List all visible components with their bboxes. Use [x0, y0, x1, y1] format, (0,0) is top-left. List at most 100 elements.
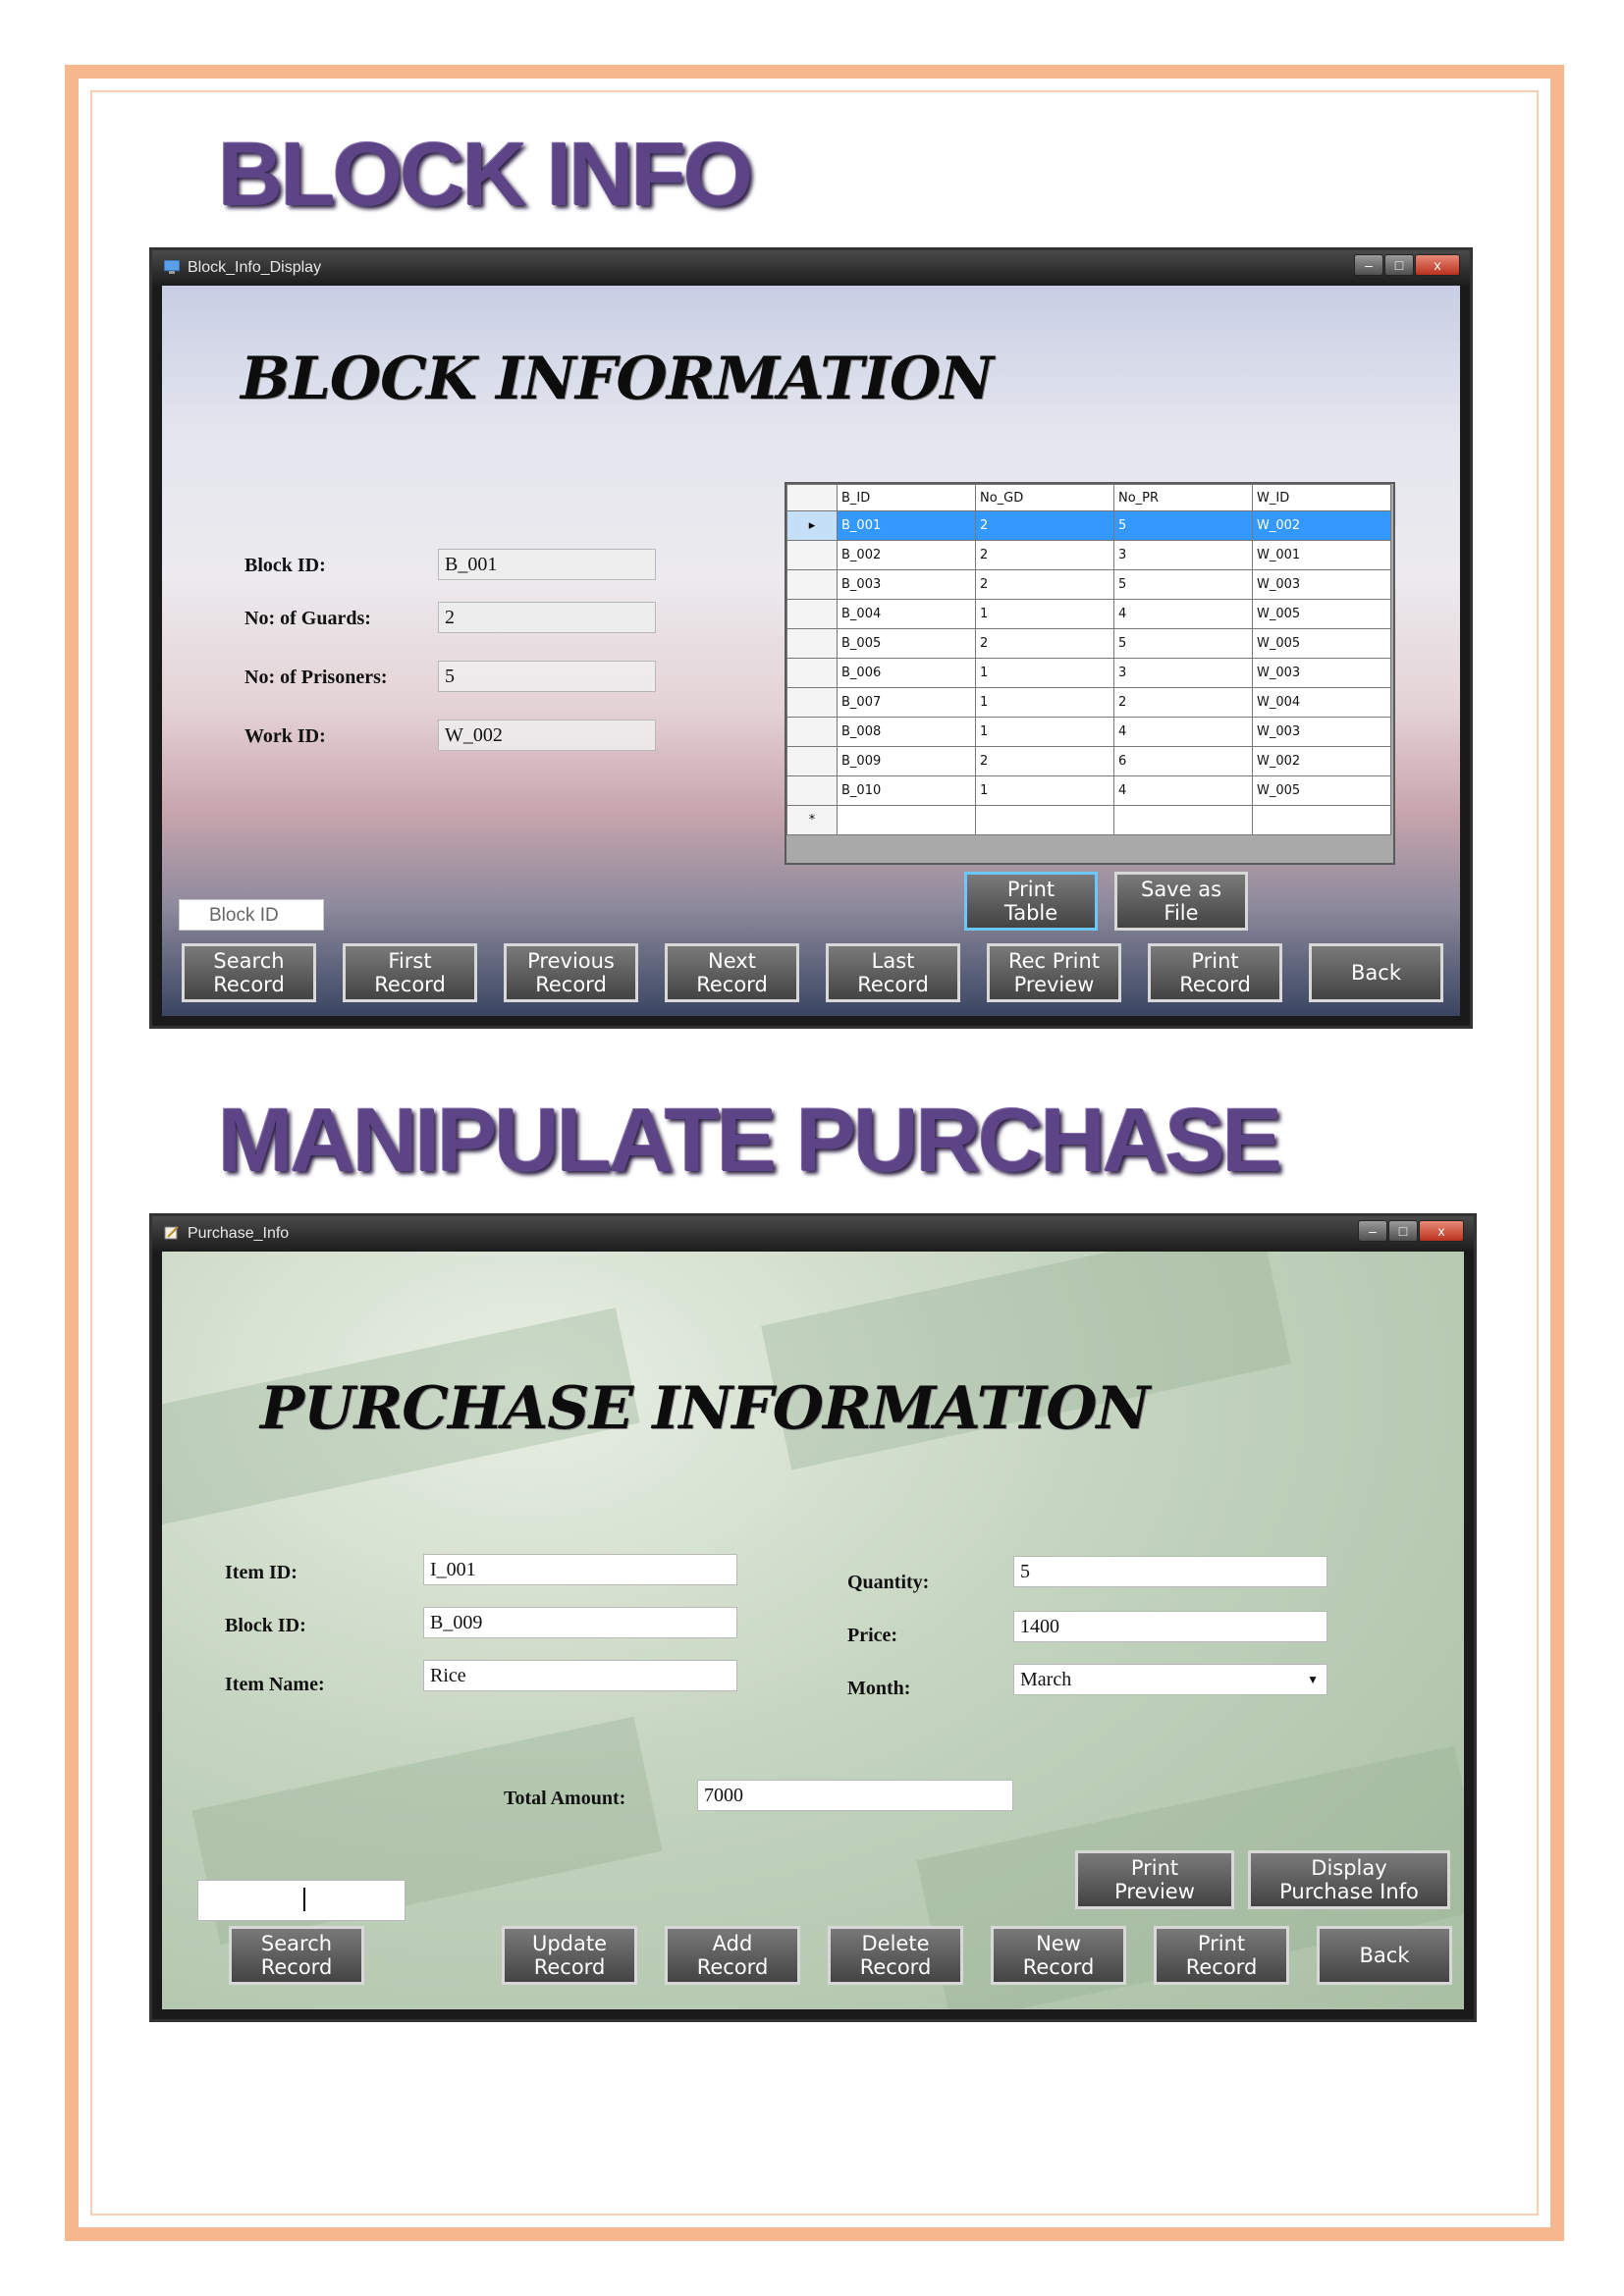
- grid-cell[interactable]: W_002: [1252, 510, 1391, 541]
- table-row[interactable]: B_007 1 2 W_004: [786, 687, 1391, 718]
- row-header[interactable]: [786, 717, 838, 747]
- print-preview-button[interactable]: Print Preview: [1075, 1850, 1234, 1909]
- grid-cell[interactable]: 5: [1113, 628, 1253, 659]
- grid-cell[interactable]: W_003: [1252, 569, 1391, 600]
- grid-column-header[interactable]: W_ID: [1252, 484, 1391, 511]
- grid-cell[interactable]: W_004: [1252, 687, 1391, 718]
- work-id-field[interactable]: W_002: [438, 720, 656, 751]
- grid-cell[interactable]: 3: [1113, 540, 1253, 570]
- grid-cell[interactable]: 3: [1113, 658, 1253, 688]
- table-row[interactable]: B_008 1 4 W_003: [786, 717, 1391, 747]
- grid-cell[interactable]: 5: [1113, 569, 1253, 600]
- block-data-grid[interactable]: B_ID No_GD No_PR W_ID ▸ B_001 2 5 W_002: [785, 482, 1395, 865]
- grid-cell[interactable]: 4: [1113, 717, 1253, 747]
- display-purchase-info-button[interactable]: Display Purchase Info: [1248, 1850, 1450, 1909]
- close-button[interactable]: x: [1419, 1220, 1464, 1242]
- print-table-button[interactable]: Print Table: [964, 872, 1098, 931]
- table-row[interactable]: B_003 2 5 W_003: [786, 569, 1391, 600]
- grid-column-header[interactable]: No_GD: [975, 484, 1114, 511]
- grid-cell[interactable]: W_005: [1252, 628, 1391, 659]
- save-as-file-button[interactable]: Save as File: [1114, 872, 1248, 931]
- maximize-button[interactable]: □: [1388, 1220, 1418, 1242]
- grid-cell[interactable]: [1113, 805, 1253, 835]
- update-record-button[interactable]: Update Record: [502, 1926, 637, 1985]
- block-id-field[interactable]: B_009: [423, 1607, 737, 1638]
- grid-cell[interactable]: B_006: [837, 658, 976, 688]
- row-header[interactable]: [786, 599, 838, 629]
- grid-cell[interactable]: 2: [975, 540, 1114, 570]
- row-header[interactable]: [786, 628, 838, 659]
- row-header[interactable]: [786, 775, 838, 806]
- block-id-field[interactable]: B_001: [438, 549, 656, 580]
- next-record-button[interactable]: Next Record: [665, 943, 799, 1002]
- row-header[interactable]: [786, 658, 838, 688]
- grid-cell[interactable]: W_003: [1252, 658, 1391, 688]
- prisoners-field[interactable]: 5: [438, 661, 656, 692]
- grid-cell[interactable]: 5: [1113, 510, 1253, 541]
- grid-cell[interactable]: B_002: [837, 540, 976, 570]
- close-button[interactable]: x: [1415, 254, 1460, 276]
- back-button[interactable]: Back: [1309, 943, 1443, 1002]
- table-row[interactable]: B_005 2 5 W_005: [786, 628, 1391, 659]
- grid-cell[interactable]: [975, 805, 1114, 835]
- grid-cell[interactable]: 1: [975, 599, 1114, 629]
- grid-cell[interactable]: 1: [975, 717, 1114, 747]
- grid-cell[interactable]: B_008: [837, 717, 976, 747]
- grid-column-header[interactable]: No_PR: [1113, 484, 1253, 511]
- table-row[interactable]: B_010 1 4 W_005: [786, 775, 1391, 806]
- table-row[interactable]: B_006 1 3 W_003: [786, 658, 1391, 688]
- rec-print-preview-button[interactable]: Rec Print Preview: [987, 943, 1121, 1002]
- grid-cell[interactable]: 2: [1113, 687, 1253, 718]
- row-header[interactable]: [786, 687, 838, 718]
- grid-cell[interactable]: 2: [975, 510, 1114, 541]
- window-titlebar[interactable]: Block_Info_Display – □ x: [152, 250, 1470, 286]
- table-row[interactable]: B_002 2 3 W_001: [786, 540, 1391, 570]
- row-header[interactable]: [786, 540, 838, 570]
- grid-cell[interactable]: [1252, 805, 1391, 835]
- grid-cell[interactable]: [837, 805, 976, 835]
- maximize-button[interactable]: □: [1384, 254, 1414, 276]
- month-dropdown[interactable]: March ▼: [1013, 1664, 1327, 1695]
- grid-cell[interactable]: W_001: [1252, 540, 1391, 570]
- table-row[interactable]: ▸ B_001 2 5 W_002: [786, 510, 1391, 541]
- grid-cell[interactable]: 2: [975, 628, 1114, 659]
- minimize-button[interactable]: –: [1354, 254, 1383, 276]
- grid-column-header[interactable]: B_ID: [837, 484, 976, 511]
- window-titlebar[interactable]: Purchase_Info – □ x: [152, 1216, 1474, 1252]
- row-header[interactable]: [786, 569, 838, 600]
- grid-cell[interactable]: 1: [975, 658, 1114, 688]
- grid-cell[interactable]: B_001: [837, 510, 976, 541]
- print-record-button[interactable]: Print Record: [1148, 943, 1282, 1002]
- grid-cell[interactable]: 2: [975, 746, 1114, 776]
- last-record-button[interactable]: Last Record: [826, 943, 960, 1002]
- search-block-id-input[interactable]: Block ID: [179, 899, 324, 931]
- search-record-button[interactable]: Search Record: [182, 943, 316, 1002]
- minimize-button[interactable]: –: [1358, 1220, 1387, 1242]
- grid-cell[interactable]: B_009: [837, 746, 976, 776]
- new-row[interactable]: *: [786, 805, 1391, 835]
- grid-cell[interactable]: W_002: [1252, 746, 1391, 776]
- grid-cell[interactable]: 1: [975, 687, 1114, 718]
- add-record-button[interactable]: Add Record: [665, 1926, 800, 1985]
- table-row[interactable]: B_004 1 4 W_005: [786, 599, 1391, 629]
- row-header[interactable]: [786, 746, 838, 776]
- grid-cell[interactable]: W_005: [1252, 599, 1391, 629]
- grid-cell[interactable]: B_003: [837, 569, 976, 600]
- first-record-button[interactable]: First Record: [343, 943, 477, 1002]
- grid-cell[interactable]: 4: [1113, 775, 1253, 806]
- grid-cell[interactable]: B_005: [837, 628, 976, 659]
- grid-cell[interactable]: 6: [1113, 746, 1253, 776]
- guards-field[interactable]: 2: [438, 602, 656, 633]
- grid-cell[interactable]: W_005: [1252, 775, 1391, 806]
- quantity-field[interactable]: 5: [1013, 1556, 1327, 1587]
- grid-cell[interactable]: B_004: [837, 599, 976, 629]
- grid-cell[interactable]: B_010: [837, 775, 976, 806]
- item-name-field[interactable]: Rice: [423, 1660, 737, 1691]
- search-record-button[interactable]: Search Record: [229, 1926, 364, 1985]
- grid-cell[interactable]: 1: [975, 775, 1114, 806]
- back-button[interactable]: Back: [1317, 1926, 1452, 1985]
- item-id-field[interactable]: I_001: [423, 1554, 737, 1585]
- price-field[interactable]: 1400: [1013, 1611, 1327, 1642]
- grid-cell[interactable]: 4: [1113, 599, 1253, 629]
- new-record-button[interactable]: New Record: [991, 1926, 1126, 1985]
